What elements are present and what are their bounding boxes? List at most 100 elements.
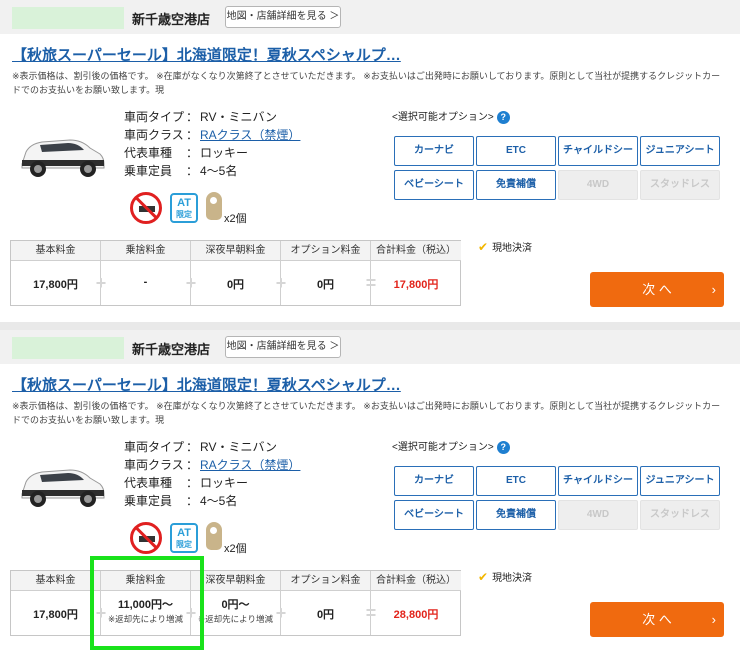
options-title: <選択可能オプション>? bbox=[392, 438, 510, 454]
plus-icon: + bbox=[185, 603, 197, 623]
price-header: 乗捨料金 bbox=[101, 241, 190, 261]
equals-icon: = bbox=[365, 273, 377, 293]
vehicle-class-link[interactable]: RAクラス（禁煙） bbox=[200, 128, 300, 142]
price-col-option: オプション料金 0円 bbox=[281, 571, 371, 635]
card-header: 新千歳空港店 地図・店舗詳細を見る ＞ bbox=[0, 330, 740, 364]
chevron-right-icon: › bbox=[711, 612, 716, 627]
price-header: オプション料金 bbox=[281, 571, 370, 591]
option-child-seat[interactable]: チャイルドシート bbox=[558, 466, 638, 514]
plus-icon: + bbox=[95, 273, 107, 293]
price-table: 基本料金 17,800円 乗捨料金 11,000円～ ※返却先により増減 深夜早… bbox=[10, 570, 461, 636]
plan-title-link[interactable]: 【秋旅スーパーセール】北海道限定！夏秋スペシャルプ… bbox=[12, 374, 401, 395]
next-button-label: 次 へ bbox=[642, 282, 672, 297]
price-value: 17,800円 bbox=[33, 279, 78, 291]
at-badge-top: AT bbox=[177, 197, 191, 209]
company-logo bbox=[12, 337, 124, 359]
price-table: 基本料金 17,800円 乗捨料金 - 深夜早朝料金 0円 オプション料金 0円… bbox=[10, 240, 461, 306]
plan-title-link[interactable]: 【秋旅スーパーセール】北海道限定！夏秋スペシャルプ… bbox=[12, 44, 401, 65]
next-button[interactable]: 次 へ › bbox=[590, 272, 724, 307]
spec-label: 車両タイプ bbox=[124, 110, 185, 124]
help-icon[interactable]: ? bbox=[496, 440, 510, 454]
option-etc[interactable]: ETC bbox=[476, 136, 556, 166]
spec-colon: ： bbox=[186, 476, 199, 490]
option-car-navi[interactable]: カーナビ bbox=[394, 136, 474, 166]
option-4wd: 4WD bbox=[558, 500, 638, 530]
price-value: - bbox=[143, 276, 148, 288]
payment-method: ✔ 現地決済 bbox=[478, 569, 532, 584]
price-col-dropoff: 乗捨料金 - bbox=[101, 241, 191, 305]
spec-row-model: 代表車種 ：ロッキー bbox=[124, 144, 300, 162]
price-col-option: オプション料金 0円 bbox=[281, 241, 371, 305]
spec-label: 乗車定員 bbox=[124, 494, 173, 508]
spec-value: 4～5名 bbox=[200, 164, 238, 178]
price-col-total: 合計料金（税込） 17,800円 bbox=[371, 241, 461, 305]
shop-name: 新千歳空港店 bbox=[132, 12, 211, 27]
check-icon: ✔ bbox=[478, 240, 489, 254]
card-header: 新千歳空港店 地図・店舗詳細を見る ＞ bbox=[0, 0, 740, 34]
car-image bbox=[21, 469, 105, 507]
option-insurance[interactable]: 免責補償 bbox=[476, 500, 556, 530]
company-logo bbox=[12, 7, 124, 29]
price-col-base: 基本料金 17,800円 bbox=[11, 241, 101, 305]
option-baby-seat[interactable]: ベビーシート bbox=[394, 170, 474, 200]
price-col-night: 深夜早朝料金 0円 bbox=[191, 241, 281, 305]
option-baby-seat[interactable]: ベビーシート bbox=[394, 500, 474, 530]
no-smoking-icon bbox=[130, 522, 162, 554]
option-etc[interactable]: ETC bbox=[476, 466, 556, 496]
option-child-seat[interactable]: チャイルドシート bbox=[558, 136, 638, 184]
help-icon[interactable]: ? bbox=[496, 110, 510, 124]
spec-label: 車両タイプ bbox=[124, 440, 185, 454]
plus-icon: + bbox=[275, 603, 287, 623]
price-value: 0円～ bbox=[221, 599, 250, 611]
price-header: 深夜早朝料金 bbox=[191, 571, 280, 591]
at-only-icon: AT 限定 bbox=[170, 193, 198, 223]
key-icon bbox=[206, 192, 222, 220]
no-smoking-icon bbox=[130, 192, 162, 224]
plan-card-1: 新千歳空港店 地図・店舗詳細を見る ＞ 【秋旅スーパーセール】北海道限定！夏秋ス… bbox=[0, 0, 740, 322]
spec-label: 車両クラス bbox=[124, 458, 184, 472]
spec-row-vehicle-class: 車両クラス： RAクラス（禁煙） bbox=[124, 126, 300, 144]
price-col-total: 合計料金（税込） 28,800円 bbox=[371, 571, 461, 635]
options-title-text: <選択可能オプション> bbox=[392, 442, 494, 453]
vehicle-class-link[interactable]: RAクラス（禁煙） bbox=[200, 458, 300, 472]
option-studless: スタッドレス bbox=[640, 170, 720, 200]
option-car-navi[interactable]: カーナビ bbox=[394, 466, 474, 496]
car-image bbox=[21, 139, 105, 177]
spec-value: RV・ミニバン bbox=[200, 110, 278, 124]
payment-method-label: 現地決済 bbox=[492, 573, 533, 584]
spec-colon: ： bbox=[186, 110, 199, 124]
spec-colon: ： bbox=[186, 164, 199, 178]
option-insurance[interactable]: 免責補償 bbox=[476, 170, 556, 200]
spec-colon: ： bbox=[186, 494, 199, 508]
price-header: 乗捨料金 bbox=[101, 571, 190, 591]
shop-name: 新千歳空港店 bbox=[132, 342, 211, 357]
spec-row-vehicle-type: 車両タイプ： RV・ミニバン bbox=[124, 108, 300, 126]
spec-label: 乗車定員 bbox=[124, 164, 173, 178]
option-junior-seat[interactable]: ジュニアシート bbox=[640, 466, 720, 496]
spec-value: 4～5名 bbox=[200, 494, 238, 508]
plus-icon: + bbox=[275, 273, 287, 293]
spec-colon: ： bbox=[186, 128, 199, 142]
key-icon bbox=[206, 522, 222, 550]
next-button-label: 次 へ bbox=[642, 612, 672, 627]
at-badge-top: AT bbox=[177, 527, 191, 539]
next-button[interactable]: 次 へ › bbox=[590, 602, 724, 637]
price-col-dropoff: 乗捨料金 11,000円～ ※返却先により増減 bbox=[101, 571, 191, 635]
map-details-button[interactable]: 地図・店舗詳細を見る ＞ bbox=[225, 336, 341, 358]
price-value: 0円 bbox=[316, 279, 335, 291]
spec-label: 代表車種 bbox=[124, 146, 173, 160]
price-header: 基本料金 bbox=[11, 571, 100, 591]
price-value: 17,800円 bbox=[33, 609, 78, 621]
spec-value: RV・ミニバン bbox=[200, 440, 278, 454]
card-divider bbox=[0, 322, 740, 330]
map-details-button[interactable]: 地図・店舗詳細を見る ＞ bbox=[225, 6, 341, 28]
at-badge-bottom: 限定 bbox=[176, 210, 192, 219]
spec-row-vehicle-class: 車両クラス： RAクラス（禁煙） bbox=[124, 456, 300, 474]
at-only-icon: AT 限定 bbox=[170, 523, 198, 553]
option-junior-seat[interactable]: ジュニアシート bbox=[640, 136, 720, 166]
payment-method: ✔ 現地決済 bbox=[478, 239, 532, 254]
price-note: ※表示価格は、割引後の価格です。 ※在庫がなくなり次第終了とさせていただきます。… bbox=[12, 71, 721, 95]
spec-colon: ： bbox=[186, 146, 199, 160]
price-footnote: ※返却先により増減 bbox=[198, 614, 273, 624]
spec-colon: ： bbox=[186, 458, 199, 472]
